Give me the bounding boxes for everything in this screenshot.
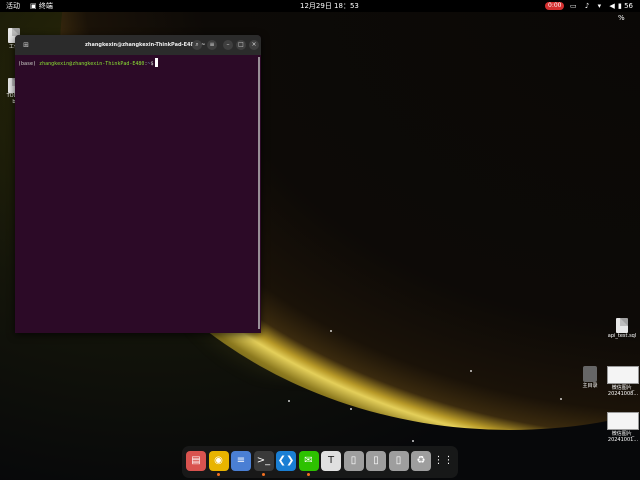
volume-icon: ◀ — [609, 2, 615, 10]
text-cursor — [155, 58, 159, 67]
star — [412, 440, 414, 442]
desktop-icon-api-test-sql[interactable]: api_test.sql — [606, 318, 638, 339]
app-grid-icon[interactable]: ⋮⋮ — [434, 451, 454, 471]
running-indicator — [217, 473, 220, 476]
home-folder-icon — [583, 366, 597, 382]
display-icon: ▭ — [570, 2, 577, 10]
prompt-symbol: $ — [150, 61, 154, 67]
prompt-env: (base) — [18, 61, 37, 67]
screen-recording-indicator[interactable]: 0:00 — [545, 2, 565, 10]
desktop-icon-label: 主目录 — [582, 383, 598, 389]
new-tab-icon[interactable]: ⊞ — [21, 40, 31, 50]
star — [350, 408, 352, 410]
scrollbar[interactable] — [258, 57, 260, 329]
prompt-user-host: zhangkexin@zhangkexin-ThinkPad-E480 — [39, 61, 145, 67]
typora-app-icon[interactable]: T — [321, 451, 341, 471]
app-menu-button[interactable]: ▣ 终端 — [30, 0, 53, 12]
system-tray[interactable]: ▭ ♪ ▾ ◀ — [570, 0, 621, 12]
minimize-icon[interactable]: – — [223, 40, 233, 50]
star — [330, 330, 332, 332]
drive-app-2-icon[interactable]: ▯ — [366, 451, 386, 471]
terminal-header-bar[interactable]: ⊞ zhangkexin@zhangkexin-ThinkPad-E480: ~… — [15, 35, 261, 55]
star — [560, 398, 562, 400]
running-indicator — [307, 473, 310, 476]
sound-icon: ♪ — [584, 2, 590, 10]
maximize-icon[interactable]: □ — [236, 40, 246, 50]
terminal-title: zhangkexin@zhangkexin-ThinkPad-E480: ~ — [85, 42, 206, 48]
desktop-icon-label: 微信图片_ — [611, 431, 635, 437]
desktop-icon-label: 微信图片_ — [611, 385, 635, 391]
desktop-icon-label: api_test.sql — [607, 333, 637, 339]
vscode-app-icon[interactable]: ❮❯ — [276, 451, 296, 471]
clock[interactable]: 12月29日 18：53 — [300, 0, 359, 12]
hamburger-menu-icon[interactable]: ≡ — [207, 40, 217, 50]
desktop-icon-wechat-image-1[interactable]: 微信图片_ 20241008... — [606, 366, 640, 397]
star — [288, 400, 290, 402]
terminal-window[interactable]: ⊞ zhangkexin@zhangkexin-ThinkPad-E480: ~… — [15, 35, 261, 333]
network-icon: ▾ — [597, 2, 602, 10]
battery-indicator[interactable]: ▮ 56 % — [618, 0, 640, 24]
drive-app-1-icon[interactable]: ▯ — [343, 451, 364, 471]
desktop-icon-wechat-image-2[interactable]: 微信图片_ 20241001... — [606, 412, 640, 443]
drive-app-3-icon[interactable]: ▯ — [388, 451, 409, 471]
desktop-icon-home[interactable]: 主目录 — [578, 366, 602, 389]
terminal-small-icon: ▣ — [30, 2, 37, 10]
image-thumbnail — [607, 366, 639, 384]
terminal-output[interactable]: (base) zhangkexin@zhangkexin-ThinkPad-E4… — [18, 58, 159, 67]
top-bar: 活动 ▣ 终端 12月29日 18：53 0:00 ▭ ♪ ▾ ◀ ▮ 56 % — [0, 0, 640, 22]
files-app-icon[interactable]: ▤ — [186, 451, 206, 471]
close-icon[interactable]: × — [249, 40, 259, 50]
chrome-app-icon[interactable]: ◉ — [208, 451, 229, 471]
sql-file-icon — [616, 318, 628, 333]
desktop-icon-sublabel: 20241008... — [607, 391, 639, 397]
running-indicator — [262, 473, 265, 476]
trash-app-icon[interactable]: ♻ — [411, 451, 431, 471]
image-thumbnail — [607, 412, 639, 430]
dock: ▤ ◉ ≡ >_ ❮❯ ✉ T ▯ ▯ ▯ ♻ ⋮⋮ — [182, 446, 458, 478]
app-menu-label: 终端 — [38, 2, 53, 10]
terminal-app-icon[interactable]: >_ — [253, 451, 274, 471]
star — [470, 370, 472, 372]
text-editor-app-icon[interactable]: ≡ — [231, 451, 251, 471]
battery-icon: ▮ — [618, 2, 622, 10]
wechat-app-icon[interactable]: ✉ — [298, 451, 319, 471]
activities-button[interactable]: 活动 — [6, 0, 20, 12]
search-icon[interactable]: ⌕ — [192, 40, 202, 50]
desktop-icon-sublabel: 20241001... — [607, 437, 639, 443]
